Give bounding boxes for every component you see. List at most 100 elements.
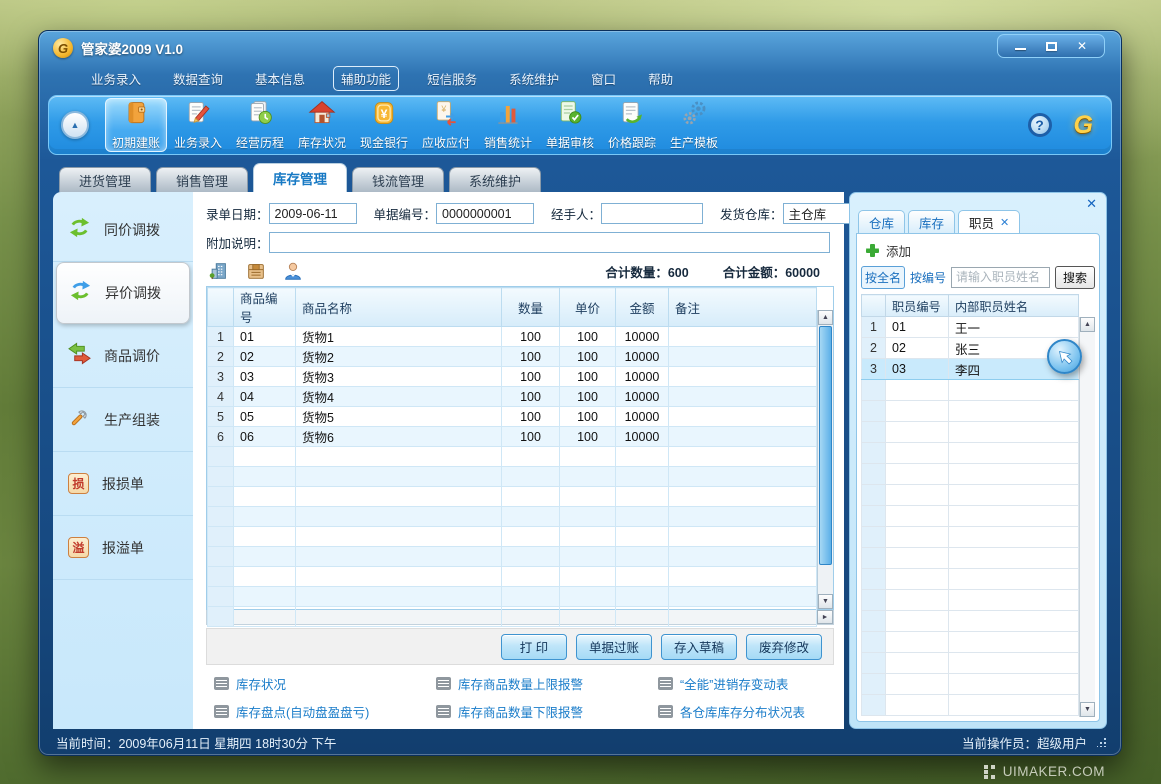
staff-search-input[interactable] [951, 267, 1050, 288]
toolbar-item-inventory-status[interactable]: 库存状况 [291, 98, 353, 152]
help-icon[interactable]: ? [1028, 113, 1052, 137]
save-draft-button[interactable]: 存入草稿 [661, 634, 737, 660]
table-row-empty[interactable] [862, 506, 1079, 527]
scroll-up-icon[interactable]: ▲ [818, 310, 833, 325]
table-row-empty[interactable] [862, 695, 1079, 716]
link-upper-limit-alert[interactable]: 库存商品数量上限报警 [436, 674, 658, 693]
table-row-empty[interactable] [208, 507, 817, 527]
print-button[interactable]: 打 印 [501, 634, 567, 660]
table-row-empty[interactable] [208, 567, 817, 587]
sidebar-item-loss-report[interactable]: 损 报损单 [53, 452, 193, 516]
table-row-empty[interactable] [208, 467, 817, 487]
tab-system-maintenance[interactable]: 系统维护 [449, 167, 541, 192]
filter-by-fullname[interactable]: 按全名 [861, 266, 905, 289]
panel-close-icon[interactable]: ✕ [1086, 196, 1097, 212]
tab-inventory[interactable]: 库存 [908, 210, 955, 233]
add-label[interactable]: 添加 [886, 241, 911, 260]
table-row-empty[interactable] [208, 527, 817, 547]
sidebar-item-production-assembly[interactable]: 生产组装 [53, 388, 193, 452]
table-row-empty[interactable] [862, 485, 1079, 506]
toolbar-item-sales-statistics[interactable]: 销售统计 [477, 98, 539, 152]
table-row[interactable]: 101王一 [862, 317, 1079, 338]
sidebar-item-different-price-transfer[interactable]: 异价调拨 [56, 262, 190, 324]
table-row-empty[interactable] [862, 653, 1079, 674]
menu-auxiliary-functions[interactable]: 辅助功能 [333, 66, 399, 91]
discard-changes-button[interactable]: 废弃修改 [746, 634, 822, 660]
table-row[interactable]: 606货物610010010000 [208, 427, 817, 447]
table-row-empty[interactable] [862, 464, 1079, 485]
table-row-empty[interactable] [862, 401, 1079, 422]
add-plus-icon[interactable] [866, 244, 879, 257]
collapse-toolbar-button[interactable]: ▲ [61, 111, 89, 139]
table-row-empty[interactable] [862, 527, 1079, 548]
menu-data-query[interactable]: 数据查询 [169, 67, 227, 90]
vertical-scrollbar[interactable]: ▲ ▼ [817, 310, 833, 609]
filter-by-code[interactable]: 按编号 [910, 269, 946, 286]
scrollbar-thumb[interactable] [819, 326, 832, 565]
table-row[interactable]: 101货物110010010000 [208, 327, 817, 347]
link-omni-change-report[interactable]: “全能”进销存变动表 [658, 674, 834, 693]
sidebar-item-overflow-report[interactable]: 溢 报溢单 [53, 516, 193, 580]
tab-purchase-management[interactable]: 进货管理 [59, 167, 151, 192]
minimize-button[interactable] [1006, 38, 1034, 54]
table-row-empty[interactable] [208, 547, 817, 567]
person-icon[interactable] [282, 260, 304, 282]
entry-date-input[interactable] [269, 203, 357, 224]
table-row-empty[interactable] [862, 380, 1079, 401]
link-lower-limit-alert[interactable]: 库存商品数量下限报警 [436, 702, 658, 721]
toolbar-item-production-template[interactable]: 生产模板 [663, 98, 725, 152]
table-row-empty[interactable] [862, 548, 1079, 569]
tab-warehouse[interactable]: 仓库 [858, 210, 905, 233]
link-stocktake[interactable]: 库存盘点(自动盘盈盘亏) [214, 702, 436, 721]
table-row-empty[interactable] [208, 487, 817, 507]
table-row[interactable]: 404货物410010010000 [208, 387, 817, 407]
toolbar-item-document-audit[interactable]: 单据审核 [539, 98, 601, 152]
table-row-empty[interactable] [862, 632, 1079, 653]
table-row-empty[interactable] [862, 422, 1079, 443]
maximize-button[interactable] [1037, 38, 1065, 54]
table-row[interactable]: 202张三 [862, 338, 1079, 359]
scroll-down-icon[interactable]: ▼ [1080, 702, 1095, 717]
table-row[interactable]: 202货物210010010000 [208, 347, 817, 367]
toolbar-item-cash-bank[interactable]: ¥ 现金银行 [353, 98, 415, 152]
resize-grip[interactable] [1097, 737, 1107, 747]
document-number-input[interactable] [436, 203, 534, 224]
link-warehouse-distribution[interactable]: 各仓库库存分布状况表 [658, 702, 834, 721]
menu-basic-info[interactable]: 基本信息 [251, 67, 309, 90]
post-document-button[interactable]: 单据过账 [576, 634, 652, 660]
table-row-empty[interactable] [208, 607, 817, 627]
menu-system-maintenance[interactable]: 系统维护 [505, 67, 563, 90]
toolbar-item-receivable-payable[interactable]: ¥ 应收应付 [415, 98, 477, 152]
table-row-empty[interactable] [862, 590, 1079, 611]
toolbar-item-initial-setup[interactable]: 初期建账 [105, 98, 167, 152]
tab-cashflow-management[interactable]: 钱流管理 [352, 167, 444, 192]
tab-inventory-management[interactable]: 库存管理 [253, 163, 347, 192]
close-button[interactable]: ✕ [1068, 38, 1096, 54]
building-icon[interactable] [208, 260, 230, 282]
toolbar-item-business-history[interactable]: 经营历程 [229, 98, 291, 152]
sidebar-item-price-adjust[interactable]: 商品调价 [53, 324, 193, 388]
agent-input[interactable] [601, 203, 703, 224]
table-row[interactable]: 303货物310010010000 [208, 367, 817, 387]
table-row-empty[interactable] [862, 569, 1079, 590]
scroll-down-icon[interactable]: ▼ [818, 594, 833, 609]
table-row[interactable]: 505货物510010010000 [208, 407, 817, 427]
sidebar-item-same-price-transfer[interactable]: 同价调拨 [53, 198, 193, 262]
package-icon[interactable] [245, 260, 267, 282]
scroll-right-icon[interactable]: ► [817, 610, 833, 624]
menu-sms-service[interactable]: 短信服务 [423, 67, 481, 90]
close-tab-icon[interactable]: ✕ [1000, 216, 1009, 229]
toolbar-item-price-tracking[interactable]: 价格跟踪 [601, 98, 663, 152]
menu-window[interactable]: 窗口 [587, 67, 620, 90]
table-row-empty[interactable] [862, 611, 1079, 632]
toolbar-item-business-entry[interactable]: 业务录入 [167, 98, 229, 152]
table-row-empty[interactable] [862, 674, 1079, 695]
note-input[interactable] [269, 232, 830, 253]
vertical-scrollbar[interactable]: ▲ ▼ [1079, 317, 1095, 717]
tab-staff[interactable]: 职员✕ [958, 210, 1020, 233]
menu-help[interactable]: 帮助 [644, 67, 677, 90]
table-row-empty[interactable] [208, 447, 817, 467]
tab-sales-management[interactable]: 销售管理 [156, 167, 248, 192]
link-inventory-status[interactable]: 库存状况 [214, 674, 436, 693]
table-row-selected[interactable]: 303李四 [862, 359, 1079, 380]
